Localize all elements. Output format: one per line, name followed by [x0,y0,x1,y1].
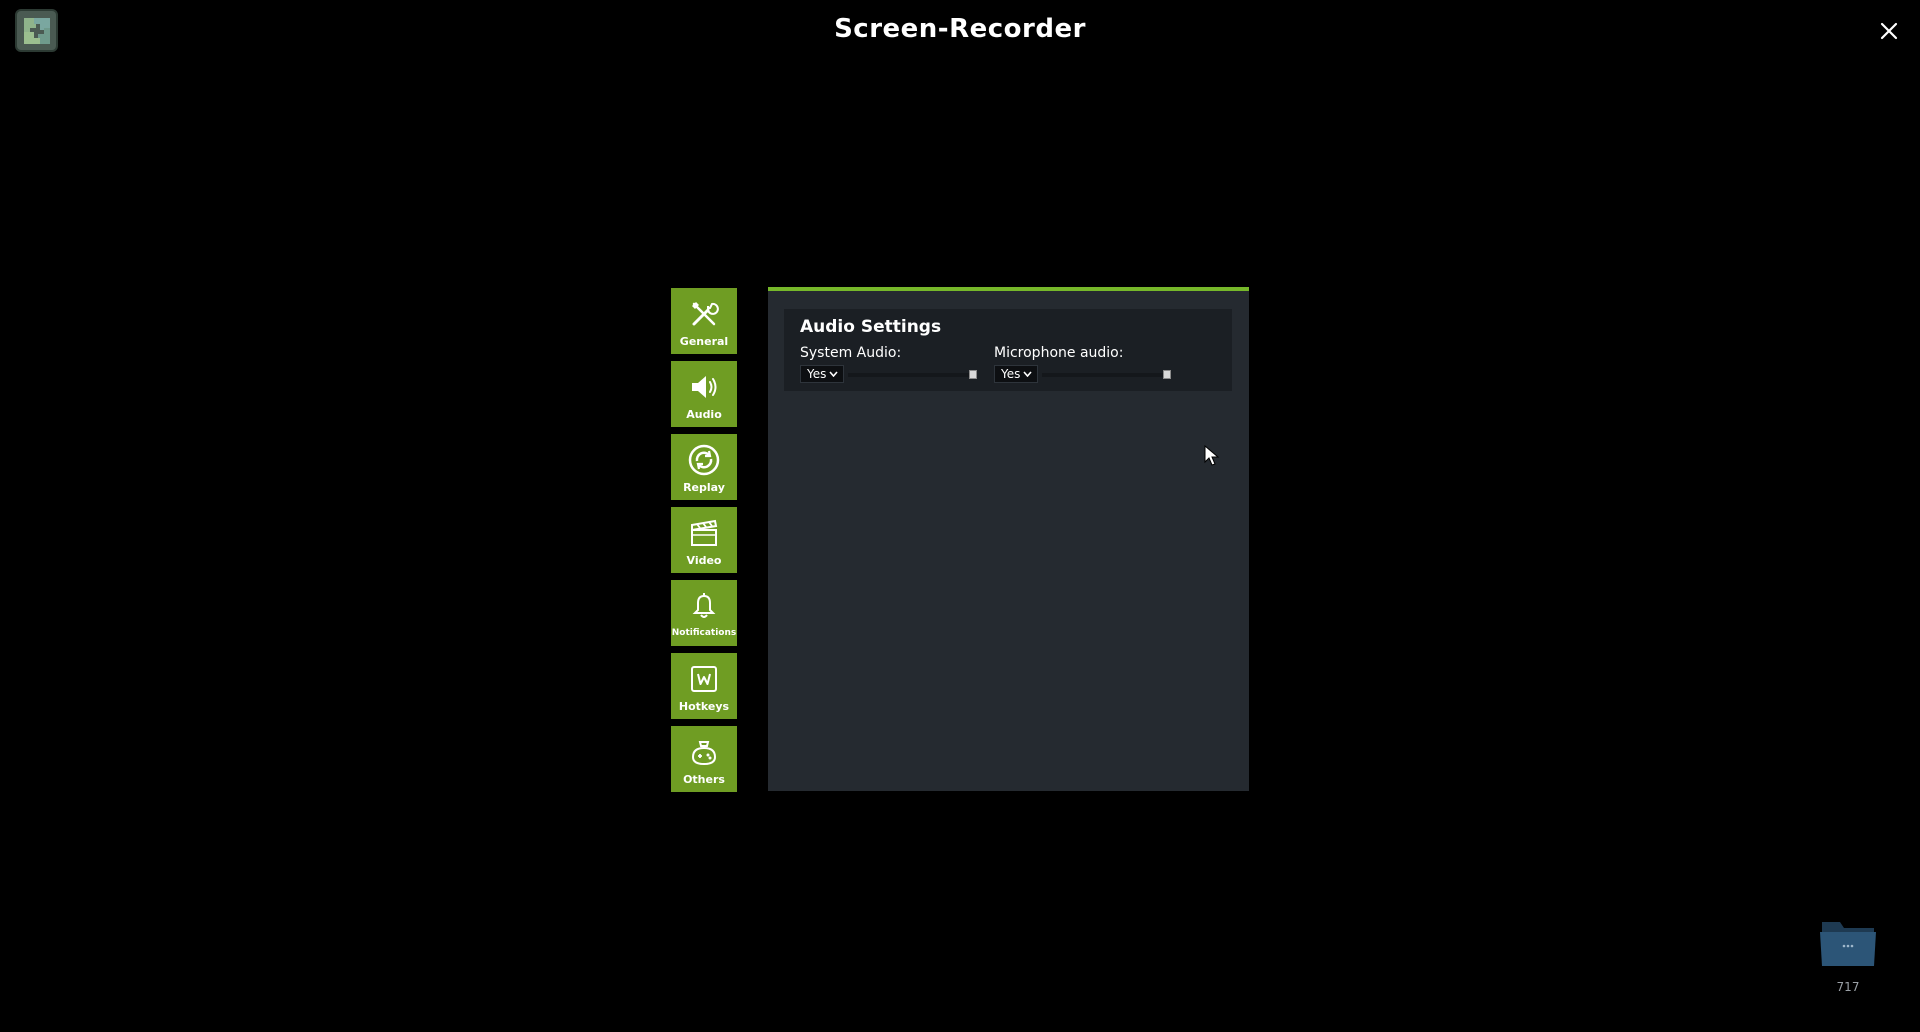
folder-icon [1820,922,1876,966]
speaker-icon [686,369,722,405]
microphone-audio-select-value: Yes [1001,367,1021,381]
microphone-audio-label: Microphone audio: [994,345,1124,361]
system-audio-group: System Audio: Yes [800,345,977,383]
nav-item-others[interactable]: Others [671,726,737,792]
audio-settings-section: Audio Settings System Audio: Yes Microph… [784,309,1232,391]
slider-thumb[interactable] [969,370,977,379]
tools-icon [686,296,722,332]
slider-thumb[interactable] [1163,370,1171,379]
clapperboard-icon [686,515,722,551]
close-icon [1880,22,1898,40]
close-button[interactable] [1876,18,1902,44]
recordings-folder-button[interactable] [1818,916,1878,970]
nav-item-general[interactable]: General [671,288,737,354]
nav-item-replay[interactable]: Replay [671,434,737,500]
system-audio-label: System Audio: [800,345,902,361]
nav-item-label: Replay [683,481,725,494]
mouse-cursor-icon [1204,444,1220,471]
nav-item-label: Audio [686,408,722,421]
microphone-audio-select[interactable]: Yes [994,365,1038,383]
microphone-audio-group: Microphone audio: Yes [994,345,1171,383]
nav-item-label: Hotkeys [678,700,730,713]
nav-item-audio[interactable]: Audio [671,361,737,427]
system-audio-select-value: Yes [807,367,827,381]
window-title: Screen-Recorder [834,14,1086,44]
nav-item-label: General [679,335,729,348]
keyboard-key-icon [686,661,722,697]
nav-item-video[interactable]: Video [671,507,737,573]
chevron-down-icon [829,371,838,377]
settings-nav: General Audio Replay Video Notifications… [671,288,737,799]
microphone-audio-volume-slider[interactable] [1042,370,1171,379]
nav-item-hotkeys[interactable]: Hotkeys [671,653,737,719]
nav-item-notifications[interactable]: Notifications [671,580,737,646]
nav-item-label: Video [686,554,722,567]
recordings-count: 717 [1836,980,1860,994]
replay-icon [686,442,722,478]
settings-panel: Audio Settings System Audio: Yes Microph… [768,287,1249,791]
bell-icon [686,588,722,624]
gamepad-icon [686,734,722,770]
nav-item-label: Notifications [671,628,737,638]
section-title: Audio Settings [800,317,942,337]
nav-item-label: Others [683,773,725,786]
chevron-down-icon [1023,371,1032,377]
system-audio-select[interactable]: Yes [800,365,844,383]
system-audio-volume-slider[interactable] [848,370,977,379]
